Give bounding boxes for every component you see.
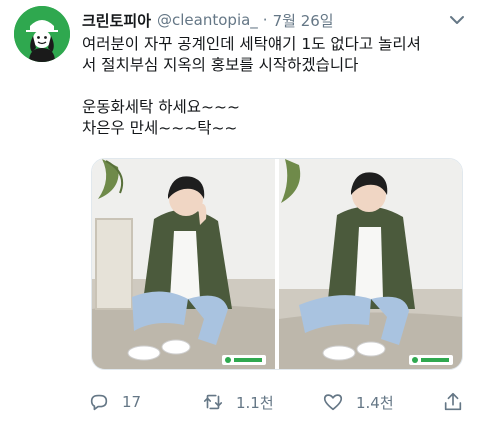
user-handle[interactable]: @cleantopia_ [157,11,258,29]
chevron-down-icon[interactable] [448,12,466,28]
like-icon [323,394,343,411]
like-button[interactable]: 1.4천 [322,386,394,418]
tweet-photo-1[interactable] [92,159,275,369]
tweet-text-line: 차은우 만세~~~탁~~ [82,119,238,137]
tweet-text-line: 운동화세탁 하세요~~~ [82,98,240,116]
tweet-text: 여러분이 자꾸 공계인데 세탁얘기 1도 없다고 놀리셔 서 절치부심 지옥의 … [82,34,472,139]
avatar[interactable] [14,6,70,62]
tweet-media [91,158,463,370]
share-button[interactable] [442,386,476,418]
retweet-icon [203,394,223,410]
reply-count: 17 [122,393,142,411]
reply-icon [90,394,108,411]
retweet-count: 1.1천 [236,393,274,412]
tweet-text-line: 여러분이 자꾸 공계인데 세탁얘기 1도 없다고 놀리셔 [82,35,421,53]
like-count: 1.4천 [356,393,394,412]
tweet-timestamp[interactable]: 7월 26일 [273,10,334,31]
display-name[interactable]: 크린토피아 [82,10,151,31]
cleantopia-logo-icon [14,6,70,62]
tweet-header: 크린토피아 @cleantopia_ · 7월 26일 [82,8,472,32]
reply-button[interactable]: 17 [88,386,141,418]
separator-dot: · [262,11,268,29]
tweet-photo-2[interactable] [279,159,462,369]
tweet-actions: 17 1.1천 1.4천 [82,386,472,418]
photo-image [92,159,275,369]
share-icon [444,392,462,411]
tweet-text-line: 서 절치부심 지옥의 홍보를 시작하겠습니다 [82,56,359,74]
photo-image [279,159,462,369]
retweet-button[interactable]: 1.1천 [202,386,274,418]
